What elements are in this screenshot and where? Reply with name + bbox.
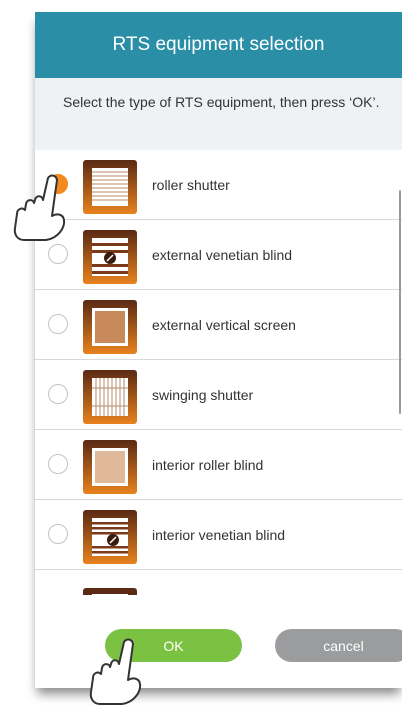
dialog-header: RTS equipment selection <box>35 12 402 78</box>
list-item-swinging-shutter[interactable]: swinging shutter <box>35 360 402 430</box>
list-item-interior-roller-blind[interactable]: interior roller blind <box>35 430 402 500</box>
item-label: interior roller blind <box>152 456 264 473</box>
equipment-list[interactable]: roller shutter external venetian blind e… <box>35 150 402 595</box>
radio-button[interactable] <box>48 524 68 544</box>
item-label: external venetian blind <box>152 246 293 263</box>
blind-icon <box>83 588 137 595</box>
radio-button[interactable] <box>48 314 68 334</box>
list-item-external-venetian-blind[interactable]: external venetian blind <box>35 220 402 290</box>
item-label: roller shutter <box>152 176 230 193</box>
cancel-button[interactable]: cancel <box>275 629 402 662</box>
item-label: swinging shutter <box>152 386 254 403</box>
pointing-hand-icon <box>89 638 142 705</box>
item-label: interior venetian blind <box>152 526 286 543</box>
radio-button[interactable] <box>48 454 68 474</box>
external-vertical-screen-icon <box>83 300 137 354</box>
dialog-title: RTS equipment selection <box>112 34 325 55</box>
list-item-external-vertical-screen[interactable]: external vertical screen <box>35 290 402 360</box>
list-item-roller-shutter[interactable]: roller shutter <box>35 150 402 220</box>
rts-selection-dialog: RTS equipment selection Select the type … <box>35 12 402 688</box>
list-item-interior-venetian-blind[interactable]: interior venetian blind <box>35 500 402 570</box>
radio-button[interactable] <box>48 384 68 404</box>
instruction-text: Select the type of RTS equipment, then p… <box>35 78 402 150</box>
list-item-partial <box>35 570 402 595</box>
interior-venetian-blind-icon <box>83 510 137 564</box>
item-label: external vertical screen <box>152 316 296 333</box>
pointing-hand-icon <box>13 174 66 241</box>
roller-shutter-icon <box>83 160 137 214</box>
swinging-shutter-icon <box>83 370 137 424</box>
interior-roller-blind-icon <box>83 440 137 494</box>
scrollbar[interactable] <box>399 190 401 414</box>
radio-button[interactable] <box>48 244 68 264</box>
external-venetian-blind-icon <box>83 230 137 284</box>
